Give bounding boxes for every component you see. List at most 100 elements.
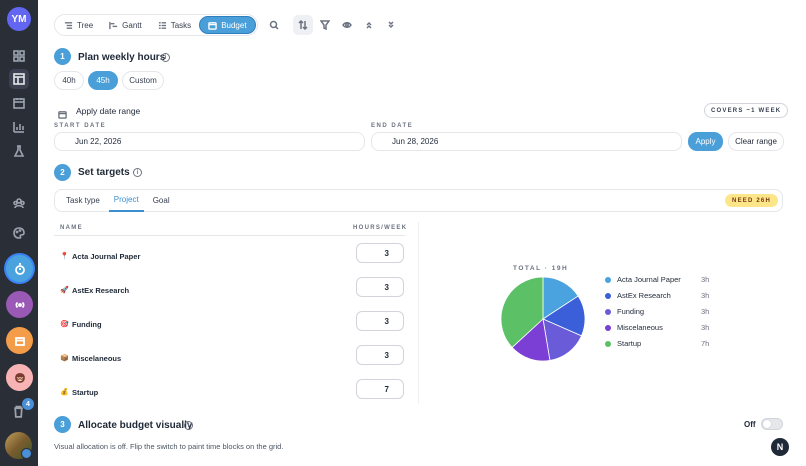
legend-item: AstEx Research 3h (605, 291, 745, 301)
status-badge (21, 448, 32, 459)
legend-value: 3h (701, 307, 710, 316)
team-icon[interactable] (9, 193, 29, 213)
tab-tree-label: Tree (77, 20, 94, 30)
legend-item: Miscelaneous 3h (605, 323, 745, 333)
info-icon[interactable]: i (133, 168, 142, 177)
end-date-input[interactable]: Jun 28, 2026 (371, 132, 682, 151)
step-3-badge: 3 (54, 416, 71, 433)
tree-icon (64, 21, 73, 29)
hours-input[interactable]: 3 (356, 243, 404, 263)
tab-budget[interactable]: Budget (199, 16, 256, 34)
hours-option-custom[interactable]: Custom (122, 71, 164, 90)
project-row: 📍 Acta Journal Paper 3 (54, 240, 405, 274)
tab-budget-label: Budget (221, 20, 247, 30)
calendar-workspace-icon[interactable] (6, 327, 33, 354)
palette-icon[interactable] (9, 223, 29, 243)
step-1-title: Plan weekly hours (78, 52, 166, 63)
tab-tree[interactable]: Tree (56, 16, 101, 34)
chart-title: TOTAL · 19H (513, 265, 569, 272)
allocation-description: Visual allocation is off. Flip the switc… (54, 442, 284, 451)
view-toolbar: Tree Gantt Tasks Budget (54, 14, 401, 36)
project-name: Funding (72, 320, 102, 329)
legend-dot (605, 325, 611, 331)
start-date-input[interactable]: Jun 22, 2026 (54, 132, 365, 151)
filter-icon[interactable] (315, 15, 335, 35)
legend-value: 3h (701, 323, 710, 332)
tab-project[interactable]: Project (108, 190, 144, 212)
user-avatar[interactable]: YM (7, 7, 31, 31)
target-tabs: Task type Project Goal NEED 26H (54, 189, 783, 212)
legend-value: 3h (701, 275, 710, 284)
project-emoji: 🚀 (60, 287, 69, 294)
column-header-name: NAME (60, 225, 83, 231)
legend-label: Miscelaneous (617, 323, 663, 332)
tab-tasks[interactable]: Tasks (150, 16, 199, 34)
legend-dot (605, 293, 611, 299)
divider (54, 235, 405, 236)
search-icon[interactable] (264, 15, 284, 35)
divider (418, 222, 419, 404)
clear-range-button[interactable]: Clear range (728, 132, 784, 151)
column-header-hours: HOURS/WEEK (353, 225, 408, 231)
legend-label: AstEx Research (617, 291, 671, 300)
layout-icon[interactable] (9, 69, 29, 89)
tab-task-type[interactable]: Task type (61, 190, 105, 212)
info-icon[interactable]: i (184, 421, 193, 430)
chevrons-up-icon[interactable] (359, 15, 379, 35)
end-date-label: END DATE (371, 123, 414, 129)
hours-input[interactable]: 3 (356, 311, 404, 331)
legend-item: Acta Journal Paper 3h (605, 275, 745, 285)
start-date-label: START DATE (54, 123, 107, 129)
legend-value: 7h (701, 339, 710, 348)
project-row: 💰 Startup 7 (54, 376, 405, 410)
tasks-icon (158, 21, 166, 29)
tab-gantt-label: Gantt (122, 20, 142, 30)
step-1-badge: 1 (54, 48, 71, 65)
legend-label: Acta Journal Paper (617, 275, 681, 284)
timer-workspace-icon[interactable] (6, 255, 33, 282)
toggle-knob (763, 420, 771, 428)
view-tabs: Tree Gantt Tasks Budget (54, 14, 258, 36)
hours-option-40h[interactable]: 40h (54, 71, 84, 90)
info-icon[interactable]: i (161, 53, 170, 62)
hours-input[interactable]: 7 (356, 379, 404, 399)
broadcast-workspace-icon[interactable] (6, 291, 33, 318)
tab-goal[interactable]: Goal (148, 190, 175, 212)
hours-input[interactable]: 3 (356, 277, 404, 297)
flask-icon[interactable] (9, 141, 29, 161)
project-name: Startup (72, 388, 99, 397)
step-3-title: Allocate budget visually (78, 420, 193, 431)
gantt-icon (109, 21, 118, 29)
legend-label: Startup (617, 339, 642, 348)
visual-allocation-toggle[interactable] (761, 418, 783, 430)
need-hours-badge: NEED 26H (725, 194, 778, 207)
hours-input[interactable]: 3 (356, 345, 404, 365)
project-row: 🚀 AstEx Research 3 (54, 274, 405, 308)
legend-dot (605, 309, 611, 315)
n-logo-icon[interactable]: N (771, 438, 789, 456)
grid-icon[interactable] (9, 46, 29, 66)
legend-dot (605, 341, 611, 347)
chart-icon[interactable] (9, 117, 29, 137)
step-2-title: Set targets (78, 167, 130, 178)
face-workspace-icon[interactable] (6, 364, 33, 391)
apply-button[interactable]: Apply (688, 132, 723, 151)
tab-tasks-label: Tasks (170, 20, 192, 30)
eye-icon[interactable] (337, 15, 357, 35)
step-2-badge: 2 (54, 164, 71, 181)
calendar-icon[interactable] (9, 93, 29, 113)
hours-option-45h[interactable]: 45h (88, 71, 118, 90)
project-row: 📦 Miscelaneous 3 (54, 342, 405, 376)
project-emoji: 🎯 (60, 321, 69, 328)
trash-count-badge: 4 (22, 398, 34, 410)
sidebar: YM 4 (0, 0, 38, 466)
sort-icon[interactable] (292, 15, 313, 35)
tab-gantt[interactable]: Gantt (101, 16, 150, 34)
project-row: 🎯 Funding 3 (54, 308, 405, 342)
budget-icon (208, 21, 217, 30)
chevrons-down-icon[interactable] (381, 15, 401, 35)
toggle-label: Off (744, 420, 756, 429)
legend-dot (605, 277, 611, 283)
covers-badge: COVERS ~1 WEEK (704, 103, 789, 118)
project-name: AstEx Research (72, 286, 130, 295)
